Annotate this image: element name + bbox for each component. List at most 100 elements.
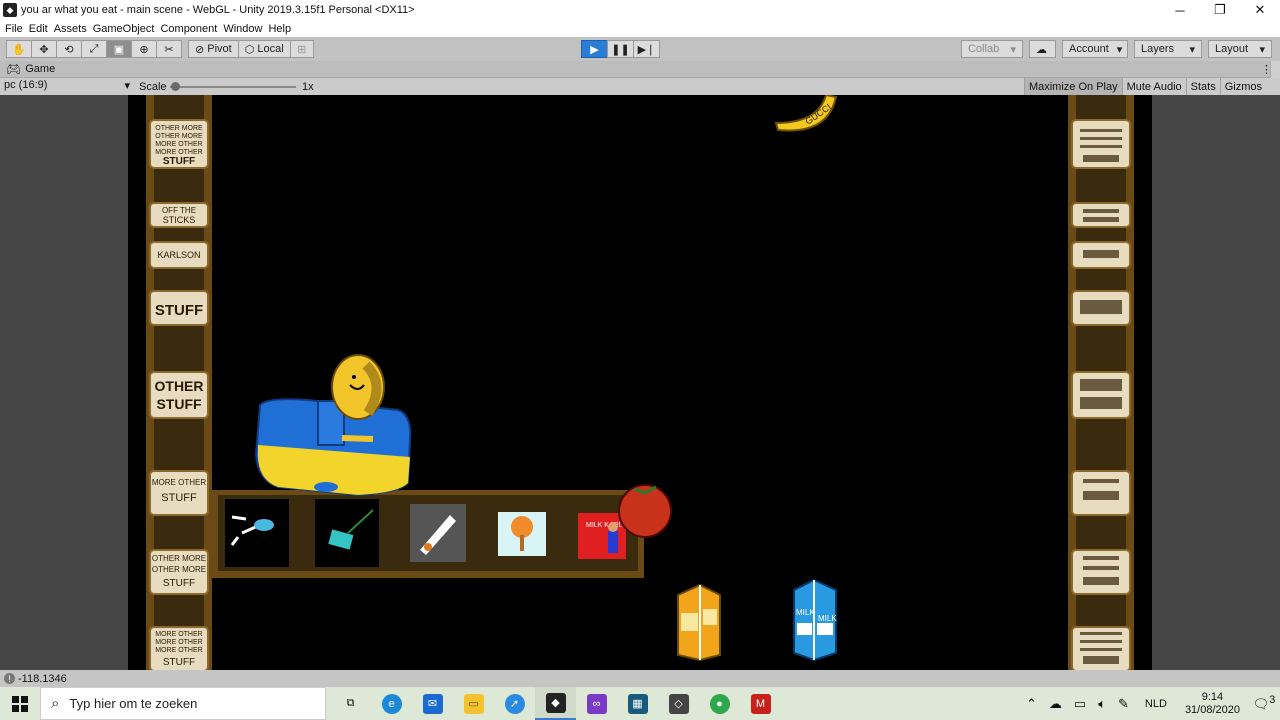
- menu-edit[interactable]: Edit: [28, 23, 53, 35]
- local-icon: ⬡: [244, 43, 258, 56]
- chevron-up-icon[interactable]: ⌃: [1020, 696, 1043, 712]
- window-title: you ar what you eat - main scene - WebGL…: [21, 4, 415, 16]
- left-label-6a: MORE OTHER: [152, 478, 206, 487]
- volume-icon[interactable]: 🔈︎: [1092, 696, 1112, 712]
- custom-tool-icon[interactable]: ✂: [156, 40, 182, 58]
- tomato-item[interactable]: [618, 484, 672, 538]
- visual-studio-icon[interactable]: ∞: [576, 687, 617, 720]
- file-explorer-icon[interactable]: ▭: [453, 687, 494, 720]
- game-tab-icon: 🎮︎: [6, 62, 22, 76]
- pivot-icon: ⊘: [195, 43, 208, 56]
- pivot-button[interactable]: ⊘ Pivot: [188, 40, 239, 58]
- left-label-7b: OTHER MORE: [152, 565, 206, 574]
- chevron-down-icon: ▾: [124, 80, 130, 92]
- language-indicator[interactable]: NLD: [1135, 698, 1177, 710]
- menu-component[interactable]: Component: [159, 23, 222, 35]
- pen-icon[interactable]: ✎: [1112, 696, 1135, 712]
- mute-audio-button[interactable]: Mute Audio: [1121, 78, 1186, 95]
- inventory-slot-1[interactable]: [225, 499, 289, 567]
- left-label-1b: OTHER MORE: [155, 133, 203, 140]
- scale-label: Scale: [139, 81, 167, 93]
- play-controls: ▶ ❚❚ ▶❘: [581, 40, 660, 58]
- task-view-icon[interactable]: ⧉: [330, 687, 371, 720]
- clock[interactable]: 9:14 31/08/2020: [1177, 691, 1248, 717]
- account-dropdown[interactable]: Account ▾: [1062, 40, 1128, 58]
- juice-carton-item[interactable]: [677, 583, 721, 662]
- game-tab[interactable]: Game: [25, 63, 55, 75]
- milk-label-right: MILK: [818, 614, 837, 623]
- app-blue-icon[interactable]: ➚: [494, 687, 535, 720]
- left-label-6b: STUFF: [161, 492, 197, 504]
- game-canvas[interactable]: OTHER MORE OTHER MORE MORE OTHER MORE OT…: [128, 95, 1152, 670]
- resolution-label: pc (16:9): [4, 79, 48, 91]
- menu-help[interactable]: Help: [267, 23, 296, 35]
- scale-slider-thumb[interactable]: [171, 82, 180, 91]
- mail-icon[interactable]: ✉: [412, 687, 453, 720]
- player-character[interactable]: [254, 354, 412, 497]
- pivot-label: Pivot: [207, 43, 232, 55]
- taskbar-apps: ⧉ e ✉ ▭ ➚ ◆ ∞ ▦ ◇ ● M: [330, 687, 781, 720]
- inventory-slot-2[interactable]: [315, 499, 379, 567]
- onedrive-icon[interactable]: ☁: [1043, 696, 1068, 712]
- scale-value: 1x: [302, 81, 314, 93]
- rotate-icon[interactable]: ⟲: [56, 40, 82, 58]
- chrome-icon[interactable]: ●: [699, 687, 740, 720]
- menu-assets[interactable]: Assets: [53, 23, 92, 35]
- collab-button[interactable]: Collab ▾: [961, 40, 1023, 58]
- menu-window[interactable]: Window: [222, 23, 267, 35]
- rect-icon[interactable]: ▣: [106, 40, 132, 58]
- local-button[interactable]: ⬡ Local: [237, 40, 291, 58]
- battery-icon[interactable]: ▭: [1068, 696, 1092, 712]
- resolution-dropdown[interactable]: pc (16:9) ▾: [4, 79, 132, 94]
- status-bar: ! -118.1346: [0, 670, 1280, 687]
- left-label-1c: MORE OTHER: [155, 141, 202, 148]
- left-label-4: STUFF: [155, 302, 203, 319]
- close-icon[interactable]: ✕: [1240, 0, 1280, 20]
- mcafee-icon[interactable]: M: [740, 687, 781, 720]
- layout-dropdown[interactable]: Layout ▾: [1208, 40, 1272, 58]
- windows-start-icon[interactable]: [0, 687, 40, 720]
- edge-icon[interactable]: e: [371, 687, 412, 720]
- left-label-8d: STUFF: [163, 657, 195, 668]
- menu-file[interactable]: File: [4, 23, 28, 35]
- right-tools: Collab ▾ ☁ Account ▾ Layers ▾ Layout ▾: [961, 40, 1272, 58]
- transform-icon[interactable]: ⊕: [131, 40, 157, 58]
- cloud-icon[interactable]: ☁: [1029, 40, 1056, 58]
- chevron-down-icon: ▾: [1259, 43, 1265, 56]
- grid-snap-icon[interactable]: ⊞: [289, 40, 314, 58]
- banana-item[interactable]: GUCCI: [774, 95, 838, 132]
- milk-carton-item[interactable]: MILK MILK: [793, 578, 837, 662]
- taskbar-search-input[interactable]: ⌕ Typ hier om te zoeken: [40, 687, 326, 720]
- pause-icon[interactable]: ❚❚: [607, 40, 634, 58]
- left-shelf: OTHER MORE OTHER MORE MORE OTHER MORE OT…: [146, 95, 212, 670]
- minimize-icon[interactable]: ─: [1160, 0, 1200, 20]
- menu-gameobject[interactable]: GameObject: [92, 23, 160, 35]
- scale-icon[interactable]: ⤢: [81, 40, 107, 58]
- hand-icon[interactable]: ✋: [6, 40, 32, 58]
- unity-hub-icon[interactable]: ◇: [658, 687, 699, 720]
- scale-slider[interactable]: [170, 86, 296, 88]
- notification-center[interactable]: 🗨︎3: [1248, 694, 1280, 712]
- stats-button[interactable]: Stats: [1185, 78, 1220, 95]
- step-icon[interactable]: ▶❘: [633, 40, 660, 58]
- restore-icon[interactable]: ❐: [1200, 0, 1240, 20]
- left-label-2b: STICKS: [163, 215, 196, 225]
- move-icon[interactable]: ✥: [31, 40, 57, 58]
- left-label-7a: OTHER MORE: [152, 554, 206, 563]
- gizmos-button[interactable]: Gizmos: [1219, 78, 1266, 95]
- maximize-on-play-button[interactable]: Maximize On Play: [1023, 78, 1122, 95]
- inventory-slot-3[interactable]: [410, 504, 466, 562]
- chevron-down-icon: ▾: [1010, 43, 1016, 56]
- notification-icon: 🗨︎: [1252, 696, 1270, 712]
- grid-app-icon[interactable]: ▦: [617, 687, 658, 720]
- windows-taskbar: ⌕ Typ hier om te zoeken ⧉ e ✉ ▭ ➚ ◆ ∞ ▦ …: [0, 687, 1280, 720]
- window-titlebar: ◆ you ar what you eat - main scene - Web…: [0, 0, 1280, 20]
- milk-label-left: MILK: [796, 608, 815, 617]
- game-view: OTHER MORE OTHER MORE MORE OTHER MORE OT…: [0, 95, 1280, 670]
- unity-taskbar-icon[interactable]: ◆: [535, 687, 576, 720]
- account-label: Account: [1069, 43, 1109, 55]
- layers-dropdown[interactable]: Layers ▾: [1134, 40, 1202, 58]
- play-icon[interactable]: ▶: [581, 40, 608, 58]
- inventory-slot-4[interactable]: [498, 512, 546, 556]
- left-label-2a: OFF THE: [162, 206, 196, 215]
